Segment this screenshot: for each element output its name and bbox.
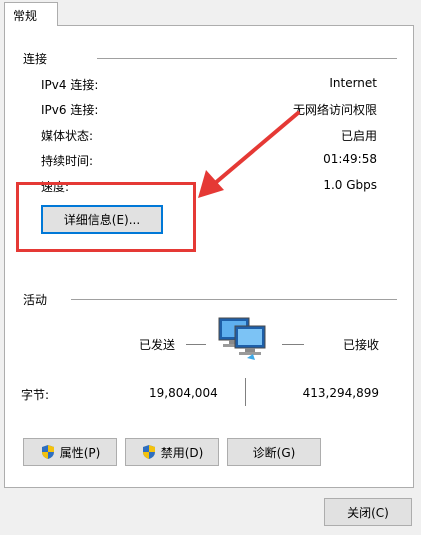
tab-general[interactable]: 常规 bbox=[4, 2, 58, 26]
close-button[interactable]: 关闭(C) bbox=[324, 498, 412, 526]
annotation-arrow bbox=[198, 111, 300, 198]
tab-general-label: 常规 bbox=[13, 9, 38, 23]
